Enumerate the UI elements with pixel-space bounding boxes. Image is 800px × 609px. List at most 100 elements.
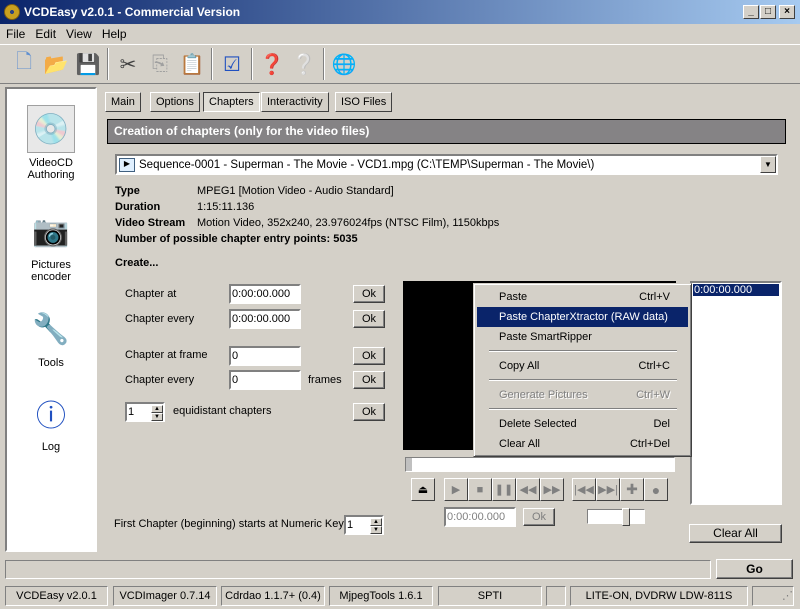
- paste-icon[interactable]: 📋: [177, 49, 207, 79]
- toolbar-separator: [107, 48, 109, 80]
- tab-chapters[interactable]: Chapters: [203, 92, 260, 112]
- save-icon[interactable]: 💾: [73, 49, 103, 79]
- menu-separator: [489, 379, 677, 381]
- web-globe-icon[interactable]: 🌐: [329, 49, 359, 79]
- check-document-icon[interactable]: ☑: [217, 49, 247, 79]
- tab-interactivity[interactable]: Interactivity: [261, 92, 329, 112]
- app-logo-icon: [4, 4, 20, 20]
- status-vcdeasy-version: VCDEasy v2.0.1: [5, 586, 108, 606]
- chapter-at-frame-ok-button[interactable]: Ok: [353, 347, 385, 365]
- info-duration: Duration 1:15:11.136: [115, 201, 255, 213]
- menu-item-paste-chapterxtractor[interactable]: Paste ChapterXtractor (RAW data): [477, 307, 688, 327]
- info-entry-points: Number of possible chapter entry points:…: [115, 233, 358, 245]
- open-folder-icon[interactable]: 📂: [41, 49, 71, 79]
- menu-item-copy-all[interactable]: Copy All Ctrl+C: [477, 356, 688, 376]
- video-file-select[interactable]: ▶ Sequence-0001 - Superman - The Movie -…: [115, 154, 778, 175]
- next-icon[interactable]: ▶▶|: [596, 478, 620, 501]
- chapter-at-frame-input[interactable]: 0: [229, 346, 301, 366]
- sidebar-label: Authoring: [27, 169, 75, 181]
- spin-down-icon[interactable]: ▼: [370, 526, 382, 534]
- add-chapter-icon[interactable]: ✚: [620, 478, 644, 501]
- volume-slider[interactable]: [587, 508, 645, 526]
- chapter-every-input[interactable]: 0:00:00.000: [229, 309, 301, 329]
- sidebar-item-tools[interactable]: 🔧 Tools: [7, 305, 95, 370]
- toolbar-separator: [211, 48, 213, 80]
- sidebar-item-pictures-encoder[interactable]: 📷 Pictures encoder: [7, 207, 95, 284]
- tab-options[interactable]: Options: [150, 92, 200, 112]
- fast-forward-icon[interactable]: ▶▶: [540, 478, 564, 501]
- sidebar: 💿 VideoCD Authoring 📷 Pictures encoder 🔧…: [5, 87, 97, 552]
- tools-icon: 🔧: [32, 312, 70, 346]
- video-file-icon: ▶: [119, 157, 135, 172]
- previous-icon[interactable]: |◀◀: [572, 478, 596, 501]
- toolbar: 🗋 📂 💾 ✂ ⎘ 📋 ☑ ❓ ❔ 🌐: [0, 44, 800, 84]
- chapter-list[interactable]: 0:00:00.000: [690, 281, 782, 505]
- go-button[interactable]: Go: [716, 559, 793, 579]
- help-video-icon[interactable]: ❓: [257, 49, 287, 79]
- create-label: Create...: [115, 257, 159, 269]
- first-chapter-label: First Chapter (beginning) starts at Nume…: [114, 518, 344, 530]
- record-icon[interactable]: ●: [644, 478, 668, 501]
- sidebar-item-log[interactable]: ⓘ Log: [7, 389, 95, 453]
- clear-all-button[interactable]: Clear All: [689, 524, 782, 543]
- new-file-icon[interactable]: 🗋: [9, 49, 39, 79]
- cut-icon[interactable]: ✂: [113, 49, 143, 79]
- chapter-at-label: Chapter at: [125, 288, 177, 300]
- help-cd-icon[interactable]: ❔: [289, 49, 319, 79]
- chapter-every-frames-input[interactable]: 0: [229, 370, 301, 390]
- chapter-every-label: Chapter every: [125, 313, 195, 325]
- menu-file[interactable]: File: [6, 27, 25, 41]
- chapter-every-frames-ok-button[interactable]: Ok: [353, 371, 385, 389]
- equidistant-ok-button[interactable]: Ok: [353, 403, 385, 421]
- status-mjpegtools-version: MjpegTools 1.6.1: [329, 586, 433, 606]
- menu-item-paste-smartripper[interactable]: Paste SmartRipper: [477, 327, 688, 347]
- maximize-button[interactable]: □: [760, 5, 776, 19]
- menu-item-clear-all[interactable]: Clear All Ctrl+Del: [477, 434, 688, 454]
- copy-icon[interactable]: ⎘: [145, 49, 175, 79]
- log-icon: ⓘ: [36, 400, 66, 433]
- spin-up-icon[interactable]: ▲: [151, 405, 163, 413]
- stop-icon[interactable]: ■: [468, 478, 492, 501]
- menu-help[interactable]: Help: [102, 27, 127, 41]
- menu-item-delete-selected[interactable]: Delete Selected Del: [477, 414, 688, 434]
- menu-view[interactable]: View: [66, 27, 92, 41]
- volume-thumb[interactable]: [621, 508, 630, 526]
- chapter-at-input[interactable]: 0:00:00.000: [229, 284, 301, 304]
- chevron-down-icon[interactable]: ▼: [760, 156, 776, 173]
- toolbar-separator: [323, 48, 325, 80]
- seek-slider[interactable]: [405, 457, 675, 472]
- sidebar-label: Tools: [38, 357, 64, 369]
- rewind-icon[interactable]: ◀◀: [516, 478, 540, 501]
- tab-main[interactable]: Main: [105, 92, 141, 112]
- sidebar-label: encoder: [31, 271, 71, 283]
- sidebar-item-videocd-authoring[interactable]: 💿 VideoCD Authoring: [7, 105, 95, 181]
- menu-item-paste[interactable]: Paste Ctrl+V: [477, 287, 688, 307]
- chapter-every-frames-label: Chapter every: [125, 374, 195, 386]
- chapter-at-ok-button[interactable]: Ok: [353, 285, 385, 303]
- menu-edit[interactable]: Edit: [35, 27, 56, 41]
- pause-icon[interactable]: ❚❚: [492, 478, 516, 501]
- toolbar-separator: [251, 48, 253, 80]
- seek-thumb[interactable]: [406, 458, 412, 471]
- chapter-every-ok-button[interactable]: Ok: [353, 310, 385, 328]
- status-vcdimager-version: VCDImager 0.7.14: [113, 586, 217, 606]
- resize-grip-icon[interactable]: ⋰: [752, 586, 794, 606]
- equidistant-chapters-label: equidistant chapters: [173, 405, 272, 417]
- spin-up-icon[interactable]: ▲: [370, 518, 382, 526]
- minimize-button[interactable]: _: [743, 5, 759, 19]
- video-file-value: Sequence-0001 - Superman - The Movie - V…: [139, 158, 595, 171]
- play-icon[interactable]: ▶: [444, 478, 468, 501]
- progress-bar: [5, 560, 711, 579]
- player-time-input[interactable]: 0:00:00.000: [444, 507, 516, 527]
- player-ok-button[interactable]: Ok: [523, 508, 555, 526]
- list-item[interactable]: 0:00:00.000: [692, 283, 780, 297]
- eject-icon[interactable]: ⏏: [411, 478, 435, 501]
- section-header: Creation of chapters (only for the video…: [107, 119, 786, 144]
- spin-down-icon[interactable]: ▼: [151, 413, 163, 421]
- close-button[interactable]: ×: [779, 5, 795, 19]
- tab-iso-files[interactable]: ISO Files: [335, 92, 393, 112]
- status-cdrdao-version: Cdrdao 1.1.7+ (0.4): [221, 586, 325, 606]
- menu-bar: File Edit View Help: [0, 24, 800, 44]
- menu-separator: [489, 408, 677, 410]
- sidebar-label: VideoCD: [29, 157, 73, 169]
